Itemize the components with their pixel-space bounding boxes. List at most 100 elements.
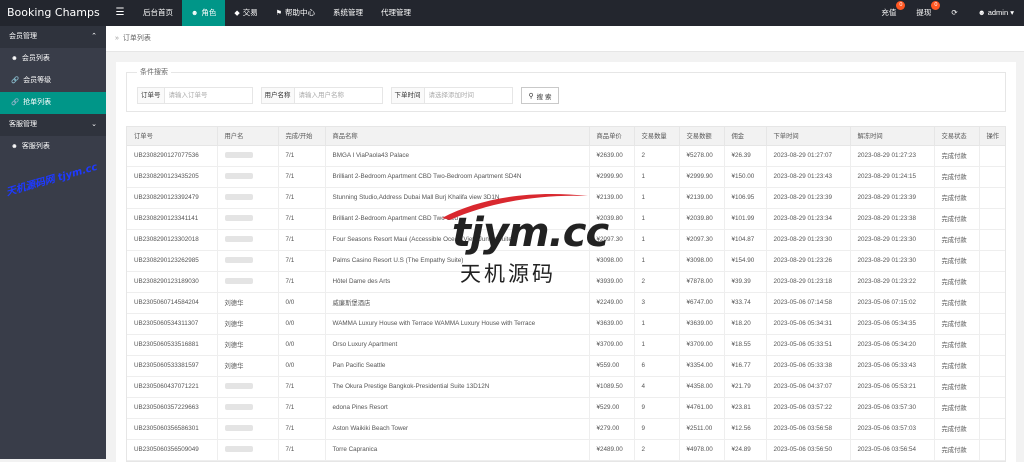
table-cell: ¥529.00 [589, 397, 635, 419]
table-row[interactable]: UB2308290123262985 7/1 Palms Casino Resort… [127, 250, 1005, 272]
nav-trade[interactable]: ◆ 交易 [225, 0, 266, 26]
table-cell: 7/1 [278, 397, 326, 419]
table-row[interactable]: UB2305060533381597 刘德华 0/0 Pan Pacific Seat… [127, 355, 1005, 377]
table-cell [979, 313, 1005, 335]
cell-username [217, 397, 279, 419]
order-time-input[interactable] [424, 87, 513, 104]
nav-home[interactable]: 后台首页 [134, 0, 182, 26]
nav-help[interactable]: ⚑ 帮助中心 [267, 0, 324, 26]
app-title: Booking Champs [7, 6, 100, 19]
column-header: 交易数额 [679, 127, 725, 146]
table-cell: ¥18.20 [724, 313, 767, 335]
refresh-icon[interactable]: ⟳ [941, 0, 967, 26]
username-input[interactable] [294, 87, 383, 104]
table-cell: 完成付款 [934, 292, 980, 314]
table-cell: ¥150.00 [724, 166, 767, 188]
table-row[interactable]: UB2308290123392479 7/1 Stunning Studio,Add… [127, 187, 1005, 209]
table-cell: ¥2039.80 [589, 208, 635, 230]
cell-username [217, 418, 279, 440]
table-cell: Torre Capranica [325, 439, 590, 461]
menu-toggle-icon[interactable]: ☰ [112, 0, 128, 26]
withdraw-button[interactable]: 提现 0 [906, 0, 941, 26]
users-icon: ☻ [11, 143, 18, 150]
cell-username: 刘德华 [217, 292, 279, 314]
table-row[interactable]: UB2305060356509049 7/1 Torre Capranica ¥248… [127, 439, 1005, 461]
sidebar-item-order-list[interactable]: 🔗 抢单列表 [0, 92, 106, 114]
table-cell: 0/0 [278, 355, 326, 377]
cell-username: 刘德华 [217, 355, 279, 377]
redacted-username [224, 173, 253, 180]
order-time-label: 下单时间 [390, 87, 425, 104]
sidebar-group-members[interactable]: 会员管理 ⌃ [0, 26, 106, 48]
order-no-input[interactable] [164, 87, 253, 104]
table-cell: 2023-05-06 05:34:20 [850, 334, 935, 356]
table-cell: 7/1 [278, 145, 326, 167]
table-row[interactable]: UB2308290127077536 7/1 BMGA I ViaPaola43 P… [127, 145, 1005, 167]
cell-username [217, 439, 279, 461]
nav-role[interactable]: ☻ 角色 [182, 0, 226, 26]
table-cell: UB2305060356509049 [127, 439, 218, 461]
table-cell: 2023-05-06 05:33:51 [766, 334, 851, 356]
table-cell: 2023-08-29 01:23:26 [766, 250, 851, 272]
chevron-down-icon: ⌄ [91, 121, 97, 128]
table-cell: UB2308290123341141 [127, 208, 218, 230]
table-row[interactable]: UB2308290123302018 7/1 Four Seasons Resort… [127, 229, 1005, 251]
table-cell [979, 187, 1005, 209]
table-cell: ¥2039.80 [679, 208, 725, 230]
table-cell: 1 [634, 334, 680, 356]
table-cell: ¥104.87 [724, 229, 767, 251]
table-cell: ¥4761.00 [679, 397, 725, 419]
table-cell: 2023-08-29 01:23:30 [850, 250, 935, 272]
chevron-right-icon: » [115, 35, 119, 42]
table-cell: 2023-08-29 01:27:23 [850, 145, 935, 167]
table-cell: ¥18.55 [724, 334, 767, 356]
table-row[interactable]: UB2308290123341141 7/1 Brilliant 2-Bedroom… [127, 208, 1005, 230]
table-cell: 7/1 [278, 271, 326, 293]
table-row[interactable]: UB2308290123435205 7/1 Brilliant 2-Bedroom… [127, 166, 1005, 188]
main-content: »订单列表 条件搜索 订单号 用户名称 下单时间 ⚲搜 索 订单号用户名完成/开… [106, 26, 1024, 462]
order-table-wrap: 订单号 用户名 完成/开始 商品名称 商品单价 交易数量 交易数额 佣金 下单时间 解冻时间 交易状… [126, 126, 1006, 462]
table-row[interactable]: UB2305060533516881 刘德华 0/0 Orso Luxury Apar… [127, 334, 1005, 356]
table-cell [979, 208, 1005, 230]
table-cell: UB2305060534311307 [127, 313, 218, 335]
nav-system[interactable]: 系统管理 [324, 0, 372, 26]
table-row[interactable]: UB2305060356586301 7/1 Aston Waikiki Beach… [127, 418, 1005, 440]
sidebar: 会员管理 ⌃ ☻ 会员列表 🔗 会员等级 🔗 抢单列表 客服管理 ⌄ ☻ 客服列表 [0, 26, 106, 459]
caret-down-icon: ▾ [1010, 8, 1014, 17]
cell-username [217, 208, 279, 230]
sidebar-item-member-level[interactable]: 🔗 会员等级 [0, 70, 106, 92]
table-cell: 0/0 [278, 292, 326, 314]
link-icon: 🔗 [11, 99, 20, 106]
table-cell: ¥3939.00 [589, 271, 635, 293]
recharge-button[interactable]: 充值 0 [871, 0, 906, 26]
table-cell: 完成付款 [934, 376, 980, 398]
table-row[interactable]: UB2305060534311307 刘德华 0/0 WAMMA Luxury Hou… [127, 313, 1005, 335]
search-legend: 条件搜索 [137, 67, 171, 77]
sidebar-group-service[interactable]: 客服管理 ⌄ [0, 114, 106, 136]
table-cell: ¥3709.00 [589, 334, 635, 356]
sidebar-item-service-list[interactable]: ☻ 客服列表 [0, 136, 106, 158]
table-cell: Aston Waikiki Beach Tower [325, 418, 590, 440]
table-row[interactable]: UB2305060714584204 刘德华 0/0 威廉斯堡酒店 ¥2249.00 3 ¥… [127, 292, 1005, 314]
table-row[interactable]: UB2308290123189030 7/1 Hôtel Dame des Arts… [127, 271, 1005, 293]
user-icon: ☻ [191, 10, 199, 17]
table-cell: UB2305060714584204 [127, 292, 218, 314]
table-row[interactable]: UB2305060357229663 7/1 edona Pines Resort ¥… [127, 397, 1005, 419]
table-cell: UB2305060533516881 [127, 334, 218, 356]
top-nav: 后台首页 ☻ 角色 ◆ 交易 ⚑ 帮助中心 系统管理 代理管理 [134, 0, 420, 26]
table-cell: ¥39.39 [724, 271, 767, 293]
app-logo[interactable]: Booking Champs V8 [0, 0, 106, 36]
table-cell: 2023-05-06 03:56:50 [766, 439, 851, 461]
nav-agent[interactable]: 代理管理 [372, 0, 420, 26]
table-cell: 2023-08-29 01:23:34 [766, 208, 851, 230]
cell-username [217, 229, 279, 251]
table-cell: 2023-05-06 05:33:38 [766, 355, 851, 377]
table-cell: 7/1 [278, 166, 326, 188]
search-button[interactable]: ⚲ 搜 索 [520, 87, 560, 104]
table-cell: 完成付款 [934, 250, 980, 272]
user-menu[interactable]: ☻ admin ▾ [968, 0, 1024, 26]
sidebar-item-member-list[interactable]: ☻ 会员列表 [0, 48, 106, 70]
table-row[interactable]: UB2305060437071221 7/1 The Okura Prestige … [127, 376, 1005, 398]
table-cell: 2023-05-06 03:57:03 [850, 418, 935, 440]
table-cell: WAMMA Luxury House with Terrace WAMMA Lu… [325, 313, 590, 335]
